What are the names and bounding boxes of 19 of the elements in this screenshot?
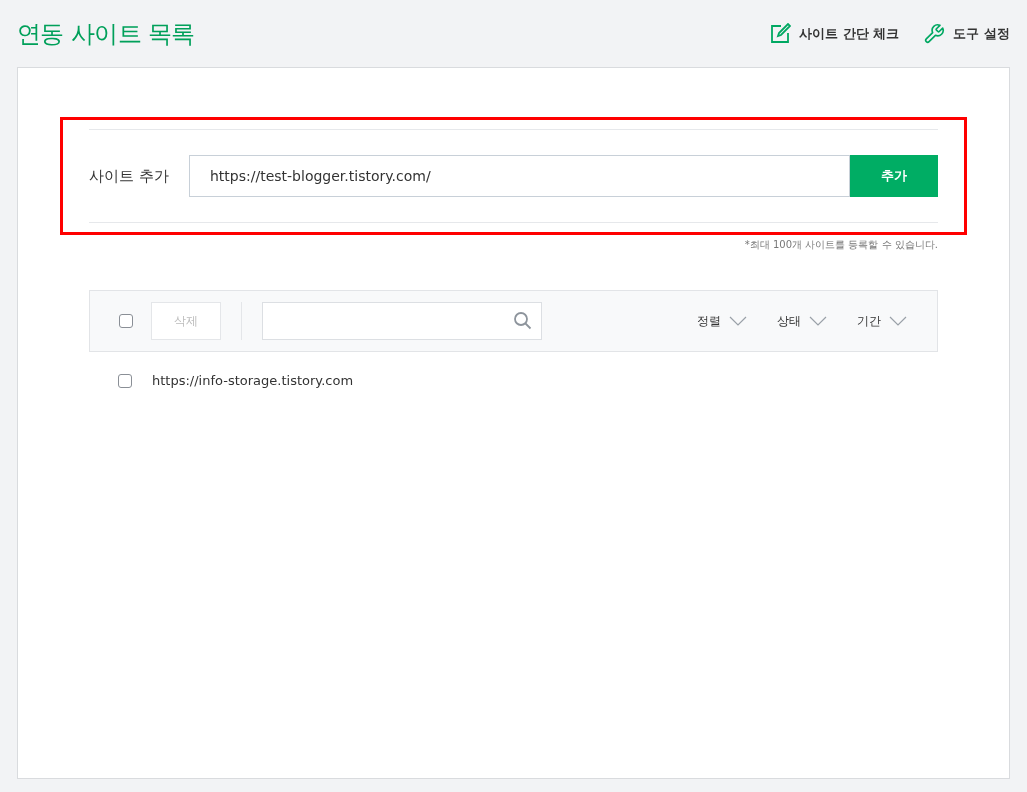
field-label: 사이트 추가: [89, 165, 170, 187]
checkbox[interactable]: [119, 314, 133, 328]
page-title: 연동 사이트 목록: [17, 18, 195, 50]
site-url[interactable]: https://info-storage.tistory.com: [152, 371, 354, 391]
header-action-button[interactable]: 도구 설정: [923, 22, 1010, 45]
checkbox[interactable]: [118, 374, 132, 388]
chevron-down-icon: [889, 316, 907, 326]
filter-dropdown[interactable]: 상태: [777, 312, 827, 330]
filter-dropdown[interactable]: 기간: [857, 312, 907, 330]
chevron-down-icon: [729, 316, 747, 326]
url-input-field[interactable]: https://test-blogger.tistory.com/: [189, 155, 850, 197]
edit-icon: [769, 22, 792, 45]
chevron-down-icon: [809, 316, 827, 326]
search-icon: [513, 311, 533, 331]
search-field[interactable]: [262, 302, 542, 340]
filter-dropdown[interactable]: 정렬: [697, 312, 747, 330]
header-action-button[interactable]: 사이트 간단 체크: [769, 22, 900, 45]
wrench-icon: [923, 22, 946, 45]
limit-note: *최대 100개 사이트를 등록할 수 있습니다.: [744, 238, 938, 252]
